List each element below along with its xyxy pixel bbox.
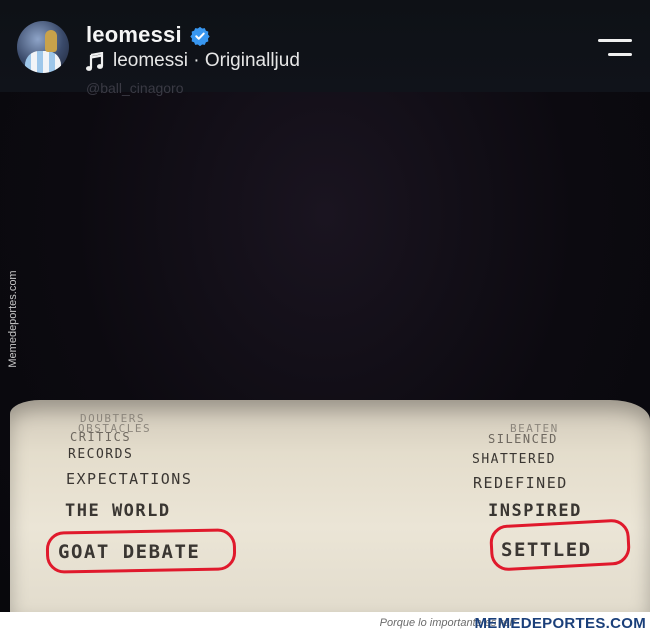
highlight-circle-settled	[488, 518, 632, 572]
receipt-right-item: SHATTERED	[472, 452, 556, 467]
receipt-right-item: SILENCED	[488, 432, 558, 446]
side-watermark-text: Memedeportes.com	[7, 270, 19, 368]
menu-icon[interactable]	[598, 39, 632, 57]
music-note-icon	[86, 52, 104, 71]
reel-frame: leomessi leomessi · Originalljud @ball_c…	[0, 0, 650, 612]
faint-handle-text: @ball_cinagoro	[86, 80, 184, 96]
side-watermark: Memedeportes.com	[4, 263, 22, 375]
audio-label[interactable]: leomessi · Originalljud	[113, 50, 300, 72]
receipt-left-item: CRITICS	[70, 430, 132, 444]
receipt-left-item: THE WORLD	[65, 501, 171, 521]
avatar[interactable]	[17, 21, 69, 73]
footer-watermark: Porque lo importante es reír MEMEDEPORTE…	[0, 612, 650, 635]
verified-icon	[190, 26, 210, 46]
receipt-right-item: INSPIRED	[488, 501, 582, 521]
footer-brand[interactable]: MEMEDEPORTES.COM	[475, 615, 646, 632]
username[interactable]: leomessi	[86, 22, 182, 48]
highlight-circle-goat-debate	[45, 528, 237, 574]
receipt-left-item: EXPECTATIONS	[66, 470, 193, 488]
receipt-left-item: RECORDS	[68, 447, 134, 462]
avatar-trophy	[45, 30, 57, 52]
receipt-right-item: REDEFINED	[473, 474, 568, 492]
reel-header: leomessi leomessi · Originalljud @ball_c…	[0, 0, 650, 96]
receipt: DOUBTERS OBSTACLES BEATEN CRITICS SILENC…	[10, 400, 650, 612]
avatar-shirt	[25, 51, 61, 73]
